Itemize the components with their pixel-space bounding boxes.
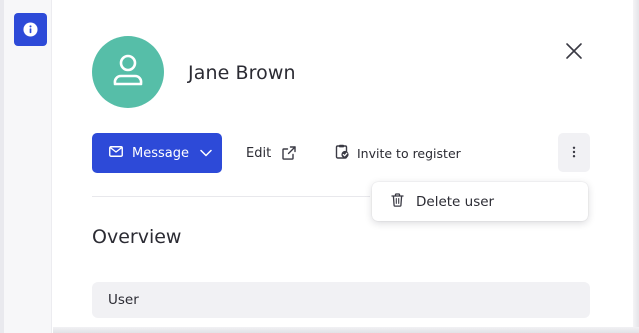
divider [92, 196, 370, 197]
more-vertical-icon [572, 143, 576, 162]
trash-icon [391, 192, 404, 211]
info-button[interactable] [14, 13, 47, 46]
chevron-down-icon [200, 149, 212, 157]
external-link-icon [282, 146, 296, 160]
invite-to-register-button[interactable]: Invite to register [335, 133, 461, 173]
avatar [92, 36, 164, 108]
delete-user-menu-item[interactable]: Delete user [372, 182, 588, 221]
user-icon [111, 52, 145, 92]
group-header-label: User [108, 292, 139, 308]
menu-item-label: Delete user [416, 193, 495, 210]
clipboard-check-icon [335, 144, 349, 162]
close-icon [565, 42, 583, 64]
actions-dropdown-menu: Delete user [372, 182, 588, 221]
close-button[interactable] [561, 40, 587, 66]
section-title: Overview [92, 226, 182, 248]
edit-label: Edit [246, 145, 272, 161]
panel-shadow-right [633, 0, 639, 333]
app-frame: Jane Brown Message Edit Invite to regist… [0, 0, 639, 333]
left-gutter [0, 0, 52, 333]
message-button[interactable]: Message [92, 133, 222, 173]
user-group-header[interactable]: User [92, 282, 590, 318]
panel-shadow-bottom [53, 327, 639, 333]
user-name: Jane Brown [188, 62, 296, 84]
info-icon [23, 22, 38, 37]
edit-button[interactable]: Edit [246, 133, 296, 173]
invite-label: Invite to register [357, 145, 461, 161]
gutter-edge [0, 0, 4, 333]
more-actions-button[interactable] [558, 133, 590, 172]
mail-icon [109, 145, 123, 161]
message-button-label: Message [132, 145, 189, 161]
